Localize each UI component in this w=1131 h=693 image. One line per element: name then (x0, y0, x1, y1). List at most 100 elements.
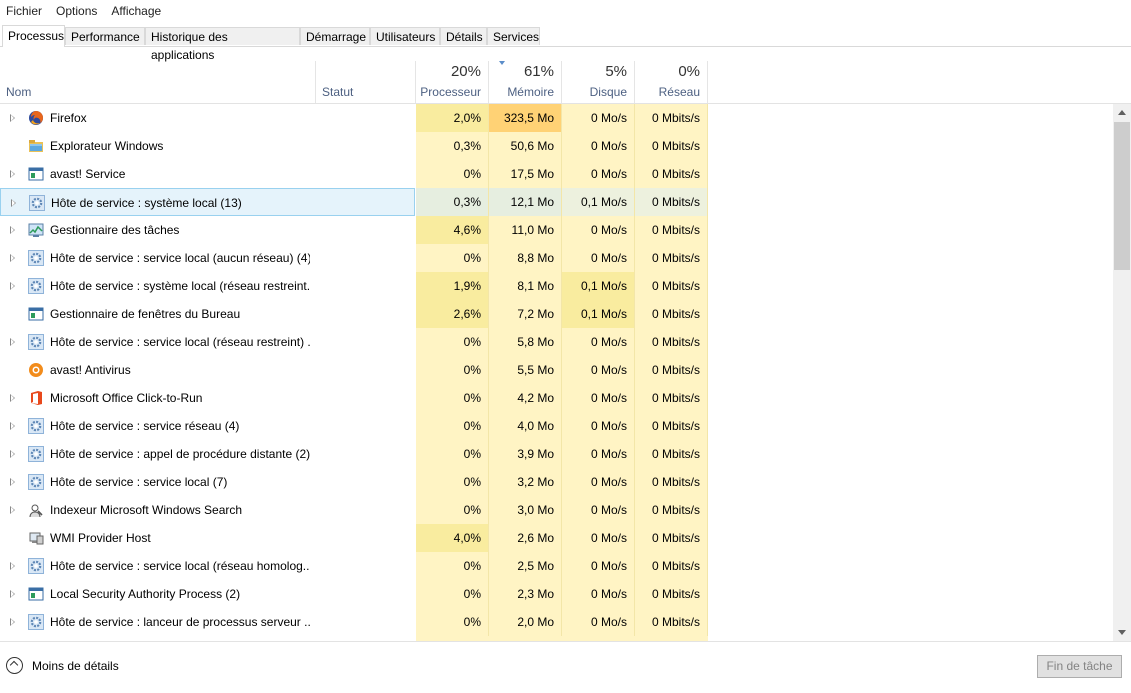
process-name-cell[interactable]: Local Security Authority Process (2) (0, 580, 415, 608)
process-name: Local Security Authority Process (2) (50, 587, 241, 601)
scroll-down-arrow-icon[interactable] (1113, 624, 1131, 641)
menu-options[interactable]: Options (49, 0, 104, 22)
process-name: Explorateur Windows (50, 139, 164, 153)
tab-demarrage[interactable]: Démarrage (300, 27, 370, 45)
expand-chevron-icon[interactable] (10, 562, 15, 570)
gear-icon (28, 418, 44, 434)
tab-details[interactable]: Détails (440, 27, 487, 45)
header-cpu[interactable]: 20% Processeur (416, 61, 489, 103)
header-status[interactable]: Statut (316, 61, 416, 103)
process-cpu-cell: 0% (416, 328, 489, 356)
process-mem-cell: 5,8 Mo (489, 328, 562, 356)
process-mem-cell: 323,5 Mo (489, 104, 562, 132)
process-row[interactable]: Gestionnaire de fenêtres du Bureau 2,6% 7,… (0, 300, 1113, 328)
process-name: Hôte de service : service local (réseau … (50, 335, 310, 349)
header-cpu-pct: 20% (450, 63, 481, 80)
tab-processus[interactable]: Processus (2, 25, 65, 47)
process-row[interactable]: Indexeur Microsoft Windows Search 0% 3,0 M… (0, 496, 1113, 524)
process-net-cell: 0 Mbits/s (635, 580, 708, 608)
fewer-details-button[interactable]: Moins de détails (6, 657, 119, 674)
header-network[interactable]: 0% Réseau (635, 61, 708, 103)
process-row[interactable]: avast! Service 0% 17,5 Mo 0 Mo/s 0 Mbits/s (0, 160, 1113, 188)
process-name-cell[interactable]: Gestionnaire de fenêtres du Bureau (0, 300, 415, 328)
process-cpu-cell: 0% (416, 412, 489, 440)
gear-icon (28, 614, 44, 630)
process-row[interactable]: Hôte de service : service local (réseau … (0, 552, 1113, 580)
process-name-cell[interactable]: Hôte de service : système local (réseau … (0, 272, 415, 300)
process-row[interactable]: Hôte de service : service local (aucun r… (0, 244, 1113, 272)
process-row[interactable]: Hôte de service : système local (13) 0,3%… (0, 188, 1113, 216)
process-name-cell[interactable]: WMI Provider Host (0, 524, 415, 552)
scroll-up-arrow-icon[interactable] (1113, 104, 1131, 121)
process-mem-cell: 12,1 Mo (489, 188, 562, 216)
vertical-scrollbar[interactable] (1113, 104, 1131, 641)
process-row[interactable]: avast! Antivirus 0% 5,5 Mo 0 Mo/s 0 Mbits/s (0, 356, 1113, 384)
process-name-cell[interactable]: Hôte de service : service réseau (4) (0, 412, 415, 440)
expand-chevron-icon[interactable] (10, 618, 15, 626)
scroll-thumb[interactable] (1114, 122, 1130, 270)
expand-chevron-icon[interactable] (10, 506, 15, 514)
expand-chevron-icon[interactable] (10, 226, 15, 234)
process-name-cell[interactable]: Hôte de service : appel de procédure dis… (0, 440, 415, 468)
tab-historique[interactable]: Historique des applications (145, 27, 300, 62)
process-name-cell[interactable]: Hôte de service : lanceur de processus s… (0, 608, 415, 636)
expand-chevron-icon[interactable] (10, 450, 15, 458)
process-name-cell[interactable]: Hôte de service : service local (réseau … (0, 328, 415, 356)
process-row[interactable]: Microsoft Office Click-to-Run 0% 4,2 Mo 0 M… (0, 384, 1113, 412)
tab-utilisateurs[interactable]: Utilisateurs (370, 27, 440, 45)
process-row[interactable]: Hôte de service : système local (réseau … (0, 272, 1113, 300)
process-row[interactable]: Hôte de service : service local (réseau … (0, 328, 1113, 356)
expand-chevron-icon[interactable] (10, 394, 15, 402)
process-row[interactable]: Hôte de service : service local (7) 0% 3,2… (0, 468, 1113, 496)
process-row[interactable]: Hôte de service : service réseau (4) 0% 4,… (0, 412, 1113, 440)
tab-performance[interactable]: Performance (65, 27, 145, 45)
expand-chevron-icon[interactable] (10, 478, 15, 486)
process-name-cell[interactable]: Explorateur Windows (0, 132, 415, 160)
process-name: WMI Provider Host (50, 531, 151, 545)
expand-chevron-icon[interactable] (10, 170, 15, 178)
process-name-cell[interactable]: Hôte de service : service local (7) (0, 468, 415, 496)
header-memory[interactable]: 61% Mémoire (489, 61, 562, 103)
process-cpu-cell: 1,9% (416, 272, 489, 300)
menu-affichage[interactable]: Affichage (104, 0, 168, 22)
expand-chevron-icon[interactable] (10, 338, 15, 346)
process-row[interactable]: Explorateur Windows 0,3% 50,6 Mo 0 Mo/s 0 Mb… (0, 132, 1113, 160)
menu-fichier[interactable]: Fichier (0, 0, 49, 22)
header-status-label: Statut (322, 85, 354, 99)
expand-chevron-icon[interactable] (10, 422, 15, 430)
process-disk-cell: 0 Mo/s (562, 468, 635, 496)
expand-chevron-icon[interactable] (10, 590, 15, 598)
process-name-cell[interactable]: avast! Antivirus (0, 356, 415, 384)
process-name-cell[interactable]: Hôte de service : système local (13) (0, 188, 415, 216)
process-row[interactable]: Hôte de service : lanceur de processus s… (0, 608, 1113, 636)
process-name-cell[interactable]: Hôte de service : service local (réseau … (0, 552, 415, 580)
expand-chevron-icon[interactable] (10, 114, 15, 122)
header-name[interactable]: Nom (0, 61, 316, 103)
process-net-cell: 0 Mbits/s (635, 496, 708, 524)
process-name-cell[interactable]: avast! Service (0, 160, 415, 188)
process-net-cell: 0 Mbits/s (635, 552, 708, 580)
header-disk[interactable]: 5% Disque (562, 61, 635, 103)
process-disk-cell: 0 Mo/s (562, 132, 635, 160)
process-row[interactable]: WMI Provider Host 4,0% 2,6 Mo 0 Mo/s 0 Mbits… (0, 524, 1113, 552)
process-cpu-cell: 4,6% (416, 216, 489, 244)
process-name-cell[interactable]: Firefox (0, 104, 415, 132)
process-name-cell[interactable]: Microsoft Office Click-to-Run (0, 384, 415, 412)
process-disk-cell: 0,1 Mo/s (562, 272, 635, 300)
process-disk-cell: 0,1 Mo/s (562, 188, 635, 216)
process-name-cell[interactable]: Indexeur Microsoft Windows Search (0, 496, 415, 524)
process-mem-cell: 50,6 Mo (489, 132, 562, 160)
expand-chevron-icon[interactable] (11, 199, 16, 207)
process-name-cell[interactable]: Gestionnaire des tâches (0, 216, 415, 244)
process-row[interactable]: Local Security Authority Process (2) 0% 2,… (0, 580, 1113, 608)
process-name-cell[interactable]: Hôte de service : service local (aucun r… (0, 244, 415, 272)
chevron-up-circle-icon (6, 657, 23, 674)
expand-chevron-icon[interactable] (10, 282, 15, 290)
expand-chevron-icon[interactable] (10, 254, 15, 262)
end-task-button[interactable]: Fin de tâche (1037, 655, 1122, 678)
tab-services[interactable]: Services (487, 27, 540, 45)
process-row[interactable]: Gestionnaire des tâches 4,6% 11,0 Mo 0 Mo/s… (0, 216, 1113, 244)
process-row[interactable]: Firefox 2,0% 323,5 Mo 0 Mo/s 0 Mbits/s (0, 104, 1113, 132)
process-row[interactable]: Hôte de service : appel de procédure dis… (0, 440, 1113, 468)
sort-down-icon (499, 61, 505, 65)
